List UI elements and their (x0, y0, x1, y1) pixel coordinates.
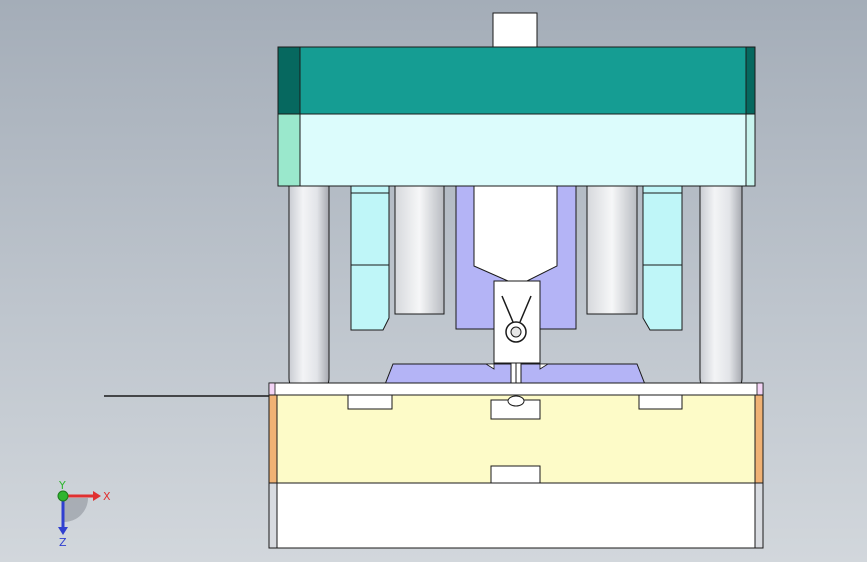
return-pin-left[interactable] (394, 185, 445, 315)
bottom-clamp-plate-left-edge (268, 482, 278, 549)
cad-viewport[interactable]: X Z Y (0, 0, 867, 562)
punch-pivot-inner (510, 326, 522, 338)
core-plate-right-edge (754, 394, 764, 484)
coordinate-triad: X Z Y (57, 479, 111, 548)
bottom-clamp-plate-right-edge (754, 482, 764, 549)
top-clamp-plate-right-edge (745, 46, 756, 115)
x-axis-label: X (103, 490, 111, 503)
die-plate-top-lip-right-marker (756, 382, 764, 396)
core-pocket-bottom[interactable] (490, 465, 541, 484)
die-plate-top-lip-left-marker (268, 382, 276, 396)
y-axis-dot-icon (57, 490, 69, 502)
core-insert-hole (507, 395, 525, 407)
top-clamp-plate-left-edge (277, 46, 301, 115)
guide-pillar-right[interactable] (699, 185, 743, 391)
sprue-bushing[interactable] (492, 12, 538, 49)
die-plate-top-lip[interactable] (268, 382, 764, 396)
z-axis-label: Z (59, 536, 67, 548)
core-pocket-right[interactable] (638, 394, 683, 410)
bottom-clamp-plate[interactable] (268, 482, 764, 549)
cavity-plate[interactable] (277, 113, 756, 187)
x-axis-arrow-icon (93, 491, 101, 501)
z-axis-arrow-icon (58, 527, 68, 535)
core-pocket-left[interactable] (347, 394, 393, 410)
cavity-plate-right-edge (745, 113, 756, 187)
mold-assembly-model[interactable] (0, 0, 867, 562)
triad-shadow (64, 498, 88, 522)
return-pin-right[interactable] (586, 185, 638, 315)
cavity-plate-left-edge (277, 113, 301, 187)
y-axis-label: Y (58, 479, 66, 492)
slide-block-right[interactable] (642, 185, 683, 331)
core-plate-left-edge (268, 394, 278, 484)
center-punch[interactable] (473, 185, 558, 282)
slide-block-left[interactable] (350, 185, 390, 331)
guide-pillar-left[interactable] (288, 185, 330, 391)
top-clamp-plate[interactable] (277, 46, 756, 115)
